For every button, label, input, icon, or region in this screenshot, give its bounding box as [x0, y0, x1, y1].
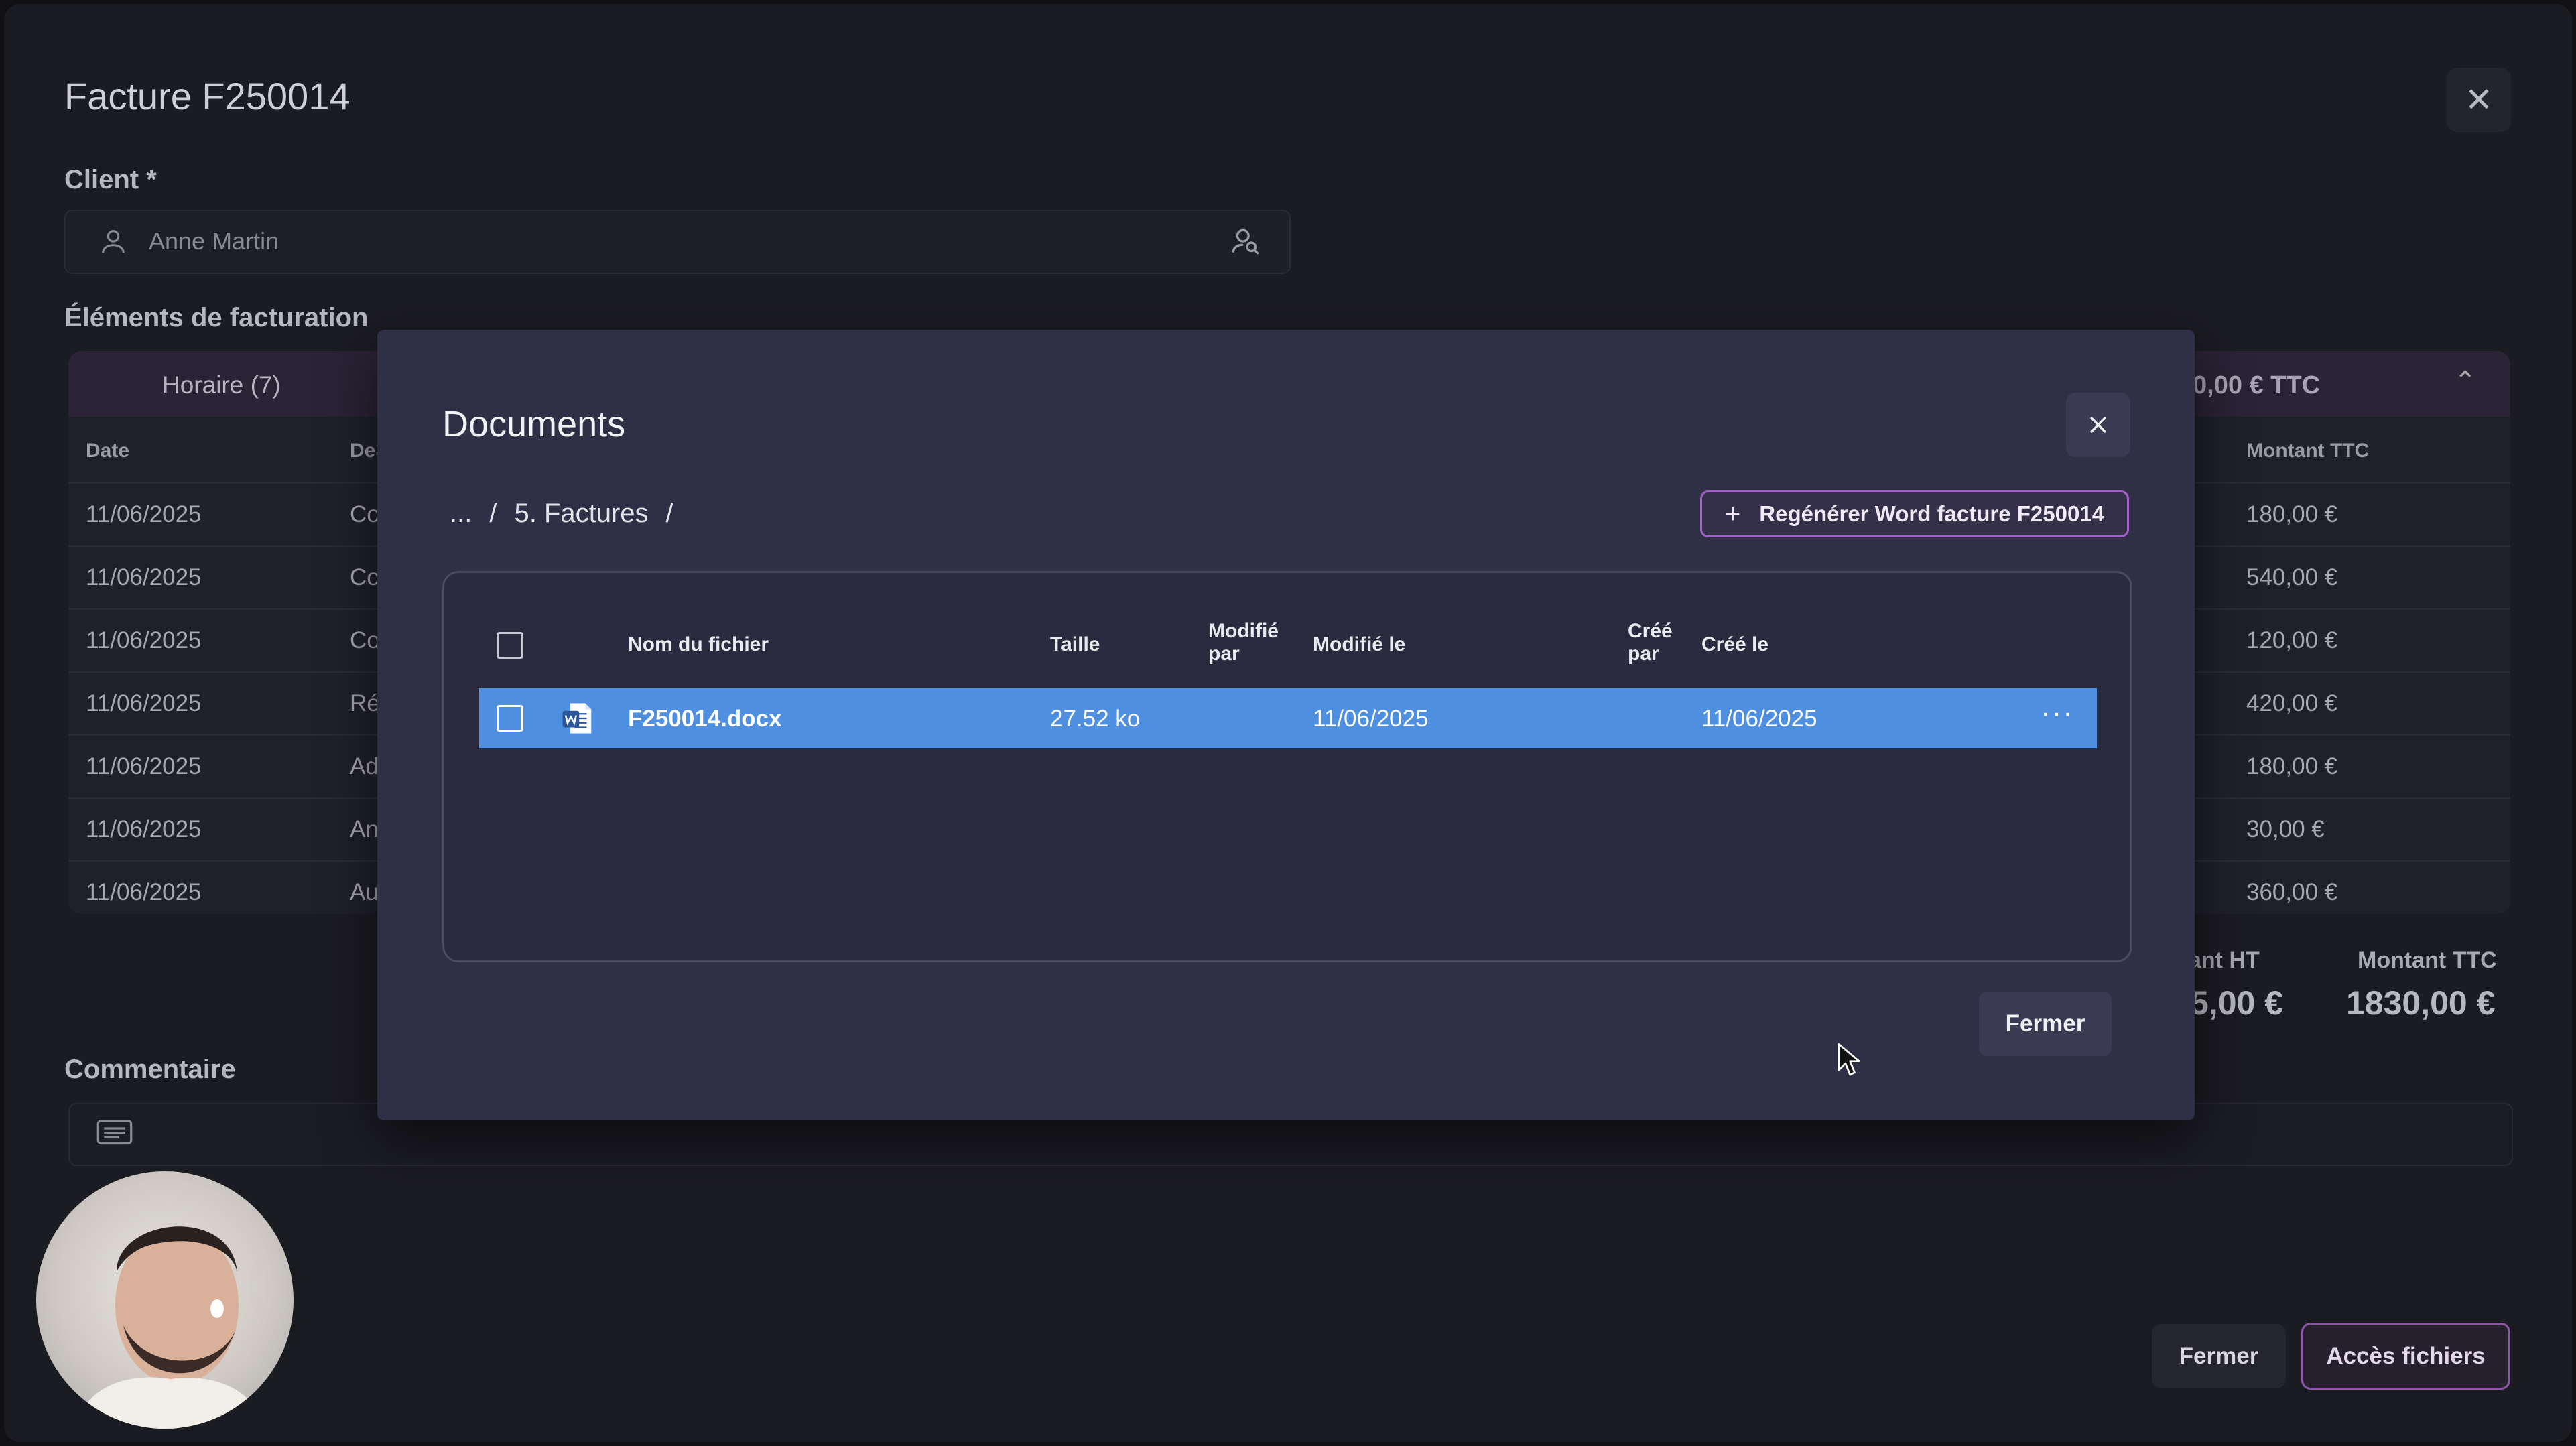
word-file-icon	[562, 703, 592, 734]
file-size: 27.52 ko	[1050, 706, 1141, 732]
row-amount: 540,00 €	[2246, 564, 2338, 590]
file-row-checkbox[interactable]	[497, 705, 523, 732]
column-created-by: Créé par	[1628, 620, 1673, 665]
header-total: 0,00 € TTC	[2193, 371, 2321, 399]
row-date: 11/06/2025	[86, 627, 202, 653]
client-label: Client *	[64, 165, 157, 194]
close-icon: ✕	[2465, 81, 2493, 119]
row-description: Co	[350, 501, 380, 527]
column-modified-at: Modifié le	[1313, 633, 1406, 655]
file-name[interactable]: F250014.docx	[628, 706, 782, 732]
breadcrumb-factures[interactable]: 5. Factures	[514, 499, 648, 529]
breadcrumb-separator: /	[665, 499, 673, 528]
file-created-at: 11/06/2025	[1701, 706, 1817, 732]
breadcrumb-ellipsis[interactable]: ...	[450, 499, 472, 529]
row-amount: 180,00 €	[2246, 753, 2338, 779]
total-ht-label: ant HT	[2189, 947, 2260, 973]
total-ttc-label: Montant TTC	[2358, 947, 2497, 973]
client-field[interactable]: Anne Martin	[64, 210, 1291, 274]
row-amount: 360,00 €	[2246, 879, 2338, 905]
row-description: Ad	[350, 753, 379, 779]
user-search-icon[interactable]	[1229, 224, 1263, 258]
modal-fermer-button[interactable]: Fermer	[1979, 992, 2112, 1056]
row-date: 11/06/2025	[86, 564, 202, 590]
modal-close-button[interactable]	[2066, 393, 2130, 457]
modal-title: Documents	[442, 404, 626, 444]
avatar	[36, 1171, 294, 1429]
row-date: 11/06/2025	[86, 753, 202, 779]
row-date: 11/06/2025	[86, 690, 202, 716]
row-amount: 420,00 €	[2246, 690, 2338, 716]
person-photo-icon	[76, 1226, 264, 1429]
row-amount: 120,00 €	[2246, 627, 2338, 653]
row-description: Co	[350, 564, 380, 590]
regenerate-word-button[interactable]: + Regénérer Word facture F250014	[1700, 490, 2129, 537]
invoice-close-footer-button[interactable]: Fermer	[2152, 1324, 2286, 1388]
breadcrumb: ... / 5. Factures /	[450, 499, 673, 529]
close-icon	[2090, 417, 2106, 433]
row-amount: 180,00 €	[2246, 501, 2338, 527]
comment-icon	[96, 1120, 133, 1145]
column-size: Taille	[1050, 633, 1100, 655]
total-ttc-value: 1830,00 €	[2346, 984, 2496, 1022]
row-date: 11/06/2025	[86, 879, 202, 905]
more-options-icon[interactable]: ···	[2041, 696, 2074, 730]
column-date: Date	[86, 440, 130, 462]
row-date: 11/06/2025	[86, 501, 202, 527]
breadcrumb-separator: /	[489, 499, 497, 528]
column-created-by-line1: Créé	[1628, 620, 1673, 642]
file-list-header: Nom du fichier Taille Modifié par Modifi…	[444, 620, 2130, 694]
column-amount-ttc: Montant TTC	[2246, 440, 2370, 462]
row-description: Ré	[350, 690, 380, 716]
column-modified-by: Modifié par	[1208, 620, 1279, 665]
invoice-title: Facture F250014	[64, 75, 350, 117]
regenerate-word-label: Regénérer Word facture F250014	[1759, 501, 2105, 526]
row-description: Au	[350, 879, 379, 905]
column-modified-by-line2: par	[1208, 643, 1240, 665]
column-created-at: Créé le	[1701, 633, 1769, 655]
tab-horaire[interactable]: Horaire (7)	[162, 371, 281, 399]
row-date: 11/06/2025	[86, 816, 202, 842]
files-access-button[interactable]: Accès fichiers	[2301, 1323, 2510, 1390]
client-value: Anne Martin	[149, 227, 279, 255]
file-row[interactable]: F250014.docx 27.52 ko 11/06/2025 11/06/2…	[479, 688, 2097, 748]
mouse-cursor-icon	[1838, 1043, 1860, 1076]
column-modified-by-line1: Modifié	[1208, 620, 1279, 642]
user-icon	[102, 230, 125, 253]
file-list: Nom du fichier Taille Modifié par Modifi…	[442, 571, 2132, 962]
documents-modal: Documents ... / 5. Factures / + Regénére…	[377, 330, 2195, 1120]
row-description: Co	[350, 627, 380, 653]
total-ht-value: 5,00 €	[2190, 984, 2284, 1022]
chevron-up-icon[interactable]: ⌃	[2454, 366, 2477, 397]
column-filename: Nom du fichier	[628, 633, 769, 655]
file-modified-at: 11/06/2025	[1313, 706, 1429, 732]
select-all-checkbox[interactable]	[497, 632, 523, 659]
invoice-close-button[interactable]: ✕	[2447, 68, 2511, 132]
column-created-by-line2: par	[1628, 643, 1659, 665]
row-amount: 30,00 €	[2246, 816, 2325, 842]
row-description: An	[350, 816, 379, 842]
comment-label: Commentaire	[64, 1055, 236, 1084]
plus-icon: +	[1724, 499, 1741, 529]
billing-label: Éléments de facturation	[64, 303, 369, 332]
